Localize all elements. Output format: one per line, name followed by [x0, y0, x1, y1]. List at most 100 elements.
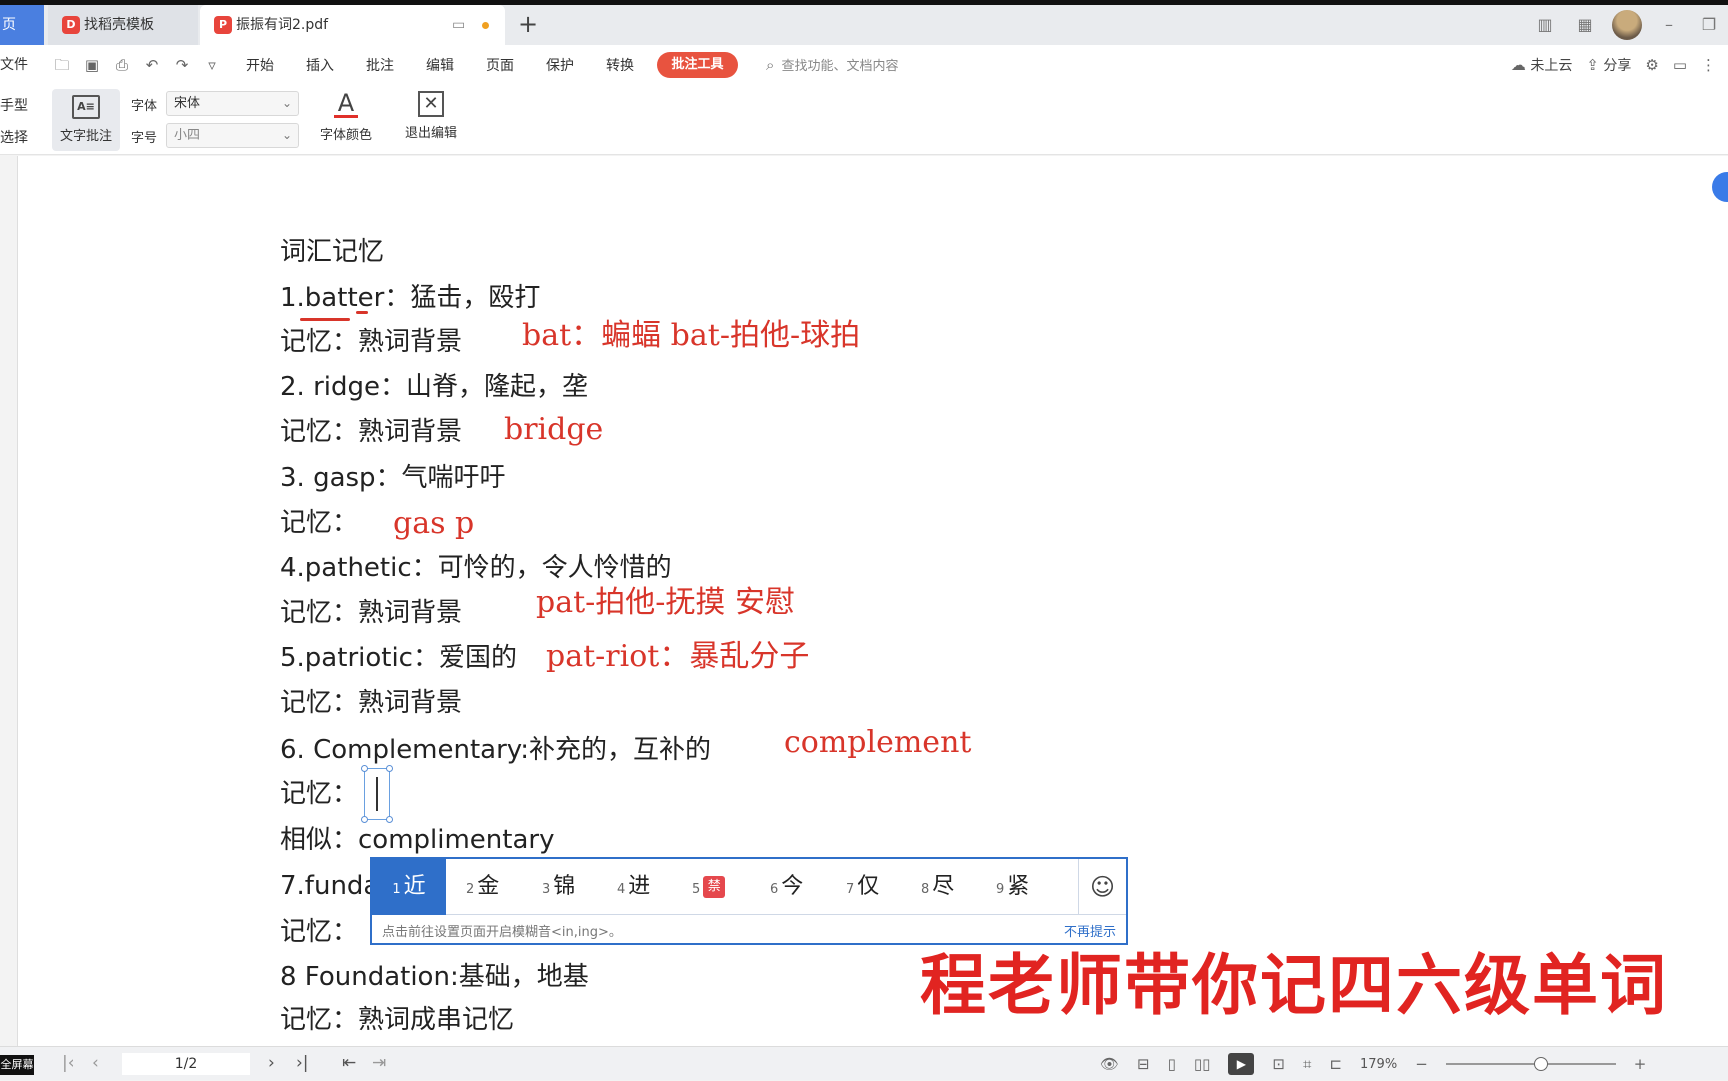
search-box[interactable]: ⌕ 查找功能、文档内容	[766, 45, 899, 85]
menu-page[interactable]: 页面	[486, 55, 514, 75]
undo-icon[interactable]: ↶	[142, 55, 162, 75]
cloud-button[interactable]: ☁ 未上云	[1511, 55, 1572, 75]
single-page-icon[interactable]: ▯	[1168, 1055, 1176, 1073]
open-icon[interactable]: 🗀	[52, 55, 72, 75]
fullscreen-button[interactable]: 全屏幕	[0, 1055, 34, 1075]
annotation-text[interactable]: pat-拍他-抚摸 安慰	[536, 585, 795, 621]
ime-candidate[interactable]: 1近	[372, 859, 446, 915]
hand-tool[interactable]: 手型	[0, 95, 28, 115]
settings-icon[interactable]: ⚙	[1645, 56, 1658, 74]
resize-handle[interactable]	[386, 765, 393, 772]
actual-size-icon[interactable]: ⊡	[1272, 1055, 1285, 1073]
search-icon: ⌕	[766, 56, 775, 74]
annotation-text[interactable]: gas p	[393, 506, 474, 542]
select-tool[interactable]: 选择	[0, 127, 28, 147]
redo-icon[interactable]: ↷	[172, 55, 192, 75]
doc-line: 1.batter：猛击，殴打	[280, 283, 541, 313]
ime-candidate[interactable]: 5禁	[692, 859, 726, 915]
zoom-slider[interactable]	[1445, 1057, 1616, 1071]
annotation-text[interactable]: bridge	[504, 412, 603, 448]
doc-line: 记忆：	[280, 508, 359, 538]
ime-candidate[interactable]: 4进	[617, 859, 650, 915]
zoom-in-icon[interactable]: +	[1634, 1055, 1647, 1073]
menu-file[interactable]: 文件	[0, 45, 28, 85]
layout-icon[interactable]: ▥	[1532, 15, 1558, 35]
more-vert-icon[interactable]: ⋮	[1701, 56, 1716, 74]
docer-icon: D	[62, 16, 80, 34]
chevron-down-icon: ⌄	[281, 96, 292, 110]
unsaved-dot	[482, 22, 489, 29]
font-select[interactable]: 宋体 ⌄	[166, 91, 299, 116]
tab-pdf[interactable]: P 振振有词2.pdf ▭	[200, 5, 505, 45]
red-underline	[356, 311, 368, 314]
tab-home[interactable]: 页	[0, 5, 44, 45]
new-tab-button[interactable]: +	[515, 5, 541, 45]
ime-candidate[interactable]: 9紧	[996, 859, 1029, 915]
ime-dismiss-link[interactable]: 不再提示	[1064, 921, 1116, 940]
menu-protect[interactable]: 保护	[546, 55, 574, 75]
print-icon[interactable]: ⎙	[112, 55, 132, 75]
zoom-level[interactable]: 179%	[1360, 1057, 1397, 1072]
menu-items: 开始 插入 批注 编辑 页面 保护 转换	[246, 45, 666, 85]
prev-page-icon[interactable]: ‹	[92, 1053, 99, 1073]
restore-icon[interactable]: ❐	[1696, 15, 1722, 35]
grid-icon[interactable]: ▦	[1572, 15, 1598, 35]
ime-candidate[interactable]: 3锦	[542, 859, 575, 915]
menu-comment[interactable]: 批注	[366, 55, 394, 75]
exit-edit-button[interactable]: ✕ 退出编辑	[400, 91, 462, 141]
ime-tip[interactable]: 点击前往设置页面开启模糊音<in,ing>。	[382, 921, 622, 940]
resize-handle[interactable]	[361, 765, 368, 772]
tab-template[interactable]: D 找稻壳模板	[48, 5, 198, 45]
menu-annotation-tools[interactable]: 批注工具	[657, 52, 738, 78]
annotation-text[interactable]: bat：蝙蝠 bat-拍他-球拍	[522, 318, 860, 354]
eye-icon[interactable]: 👁	[1100, 1055, 1119, 1073]
ime-candidate[interactable]: 8尽	[921, 859, 954, 915]
size-label: 字号	[131, 131, 158, 146]
emoji-icon[interactable]: ☺	[1078, 859, 1126, 915]
comment-icon[interactable]: ▭	[1673, 56, 1687, 74]
page-indicator[interactable]: 1/2	[122, 1053, 250, 1075]
back-icon[interactable]: ⇤	[342, 1053, 356, 1073]
two-page-icon[interactable]: ▯▯	[1194, 1055, 1211, 1073]
ime-candidate-row: 1近 2金 3锦 4进 5禁 6今 7仅 8尽 9紧 ☺	[372, 859, 1126, 915]
play-icon[interactable]: ▶	[1228, 1053, 1255, 1075]
share-button[interactable]: ⇪ 分享	[1586, 55, 1631, 75]
first-page-icon[interactable]: |‹	[62, 1053, 75, 1073]
last-page-icon[interactable]: ›|	[296, 1053, 309, 1073]
annotation-text[interactable]: complement	[784, 725, 971, 761]
size-select[interactable]: 小四 ⌄	[166, 123, 299, 148]
avatar[interactable]	[1612, 10, 1642, 40]
fit-width-icon[interactable]: ⊟	[1137, 1055, 1150, 1073]
ime-candidate[interactable]: 7仅	[846, 859, 879, 915]
save-icon[interactable]: ▣	[82, 55, 102, 75]
more-icon[interactable]: ▿	[202, 55, 222, 75]
ribbon: 手型 选择 A≡ 文字批注 字体 宋体 ⌄ 字号 小四 ⌄ A 字体颜色 ✕ 退…	[0, 85, 1728, 155]
font-color-icon: A	[334, 91, 358, 118]
search-placeholder: 查找功能、文档内容	[781, 59, 899, 74]
red-underline	[300, 318, 350, 321]
tab-template-label: 找稻壳模板	[84, 17, 154, 33]
text-cursor-box[interactable]	[361, 765, 393, 823]
monitor-icon[interactable]: ▭	[452, 5, 465, 45]
next-page-icon[interactable]: ›	[268, 1053, 275, 1073]
text-annotation-button[interactable]: A≡ 文字批注	[52, 89, 120, 151]
annotation-text[interactable]: pat-riot：暴乱分子	[546, 639, 809, 675]
font-color-button[interactable]: A 字体颜色	[308, 91, 384, 143]
zoom-slider-knob[interactable]	[1533, 1057, 1548, 1071]
menu-convert[interactable]: 转换	[606, 55, 634, 75]
doc-line: 4.pathetic：可怜的，令人怜惜的	[280, 553, 672, 583]
font-value: 宋体	[174, 96, 201, 111]
left-panel-edge[interactable]	[0, 156, 18, 1046]
doc-line: 记忆：熟词背景	[280, 688, 463, 718]
menu-start[interactable]: 开始	[246, 55, 274, 75]
ime-candidate[interactable]: 2金	[466, 859, 499, 915]
minimize-icon[interactable]: –	[1656, 15, 1682, 35]
status-bar: 全屏幕 |‹ ‹ 1/2 › ›| ⇤ ⇥ 👁 ⊟ ▯ ▯▯ ▶ ⊡ ⌗ ⊏ 1…	[0, 1046, 1728, 1080]
menu-insert[interactable]: 插入	[306, 55, 334, 75]
zoom-out-icon[interactable]: −	[1415, 1055, 1428, 1073]
menu-edit[interactable]: 编辑	[426, 55, 454, 75]
crop-icon[interactable]: ⌗	[1303, 1055, 1311, 1073]
forward-icon[interactable]: ⇥	[372, 1053, 386, 1073]
ime-candidate[interactable]: 6今	[770, 859, 803, 915]
fit-page-icon[interactable]: ⊏	[1329, 1055, 1342, 1073]
